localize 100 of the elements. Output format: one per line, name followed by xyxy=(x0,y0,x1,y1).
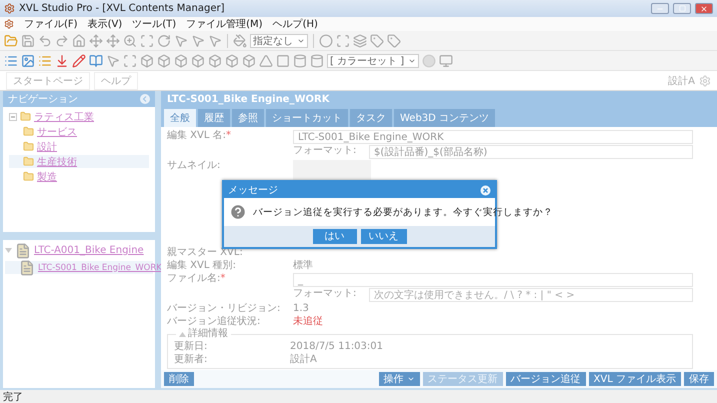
home-icon[interactable] xyxy=(72,34,86,48)
pointer-icon[interactable] xyxy=(208,34,222,48)
close-button[interactable] xyxy=(695,3,713,14)
cube-icon[interactable] xyxy=(174,54,188,68)
color-set-select[interactable]: [ カラーセット ] xyxy=(327,54,420,68)
file-link[interactable]: LTC-A001_Bike Engine xyxy=(34,245,144,256)
triangle-icon[interactable] xyxy=(259,54,273,68)
tag-icon[interactable] xyxy=(370,34,384,48)
details-legend[interactable]: 詳細情報 xyxy=(176,328,231,340)
cylinder-icon[interactable] xyxy=(293,54,307,68)
book-icon[interactable] xyxy=(89,54,103,68)
square-icon[interactable] xyxy=(276,54,290,68)
tab[interactable]: ショートカット xyxy=(266,109,348,127)
layers-icon[interactable] xyxy=(353,34,367,48)
close-icon[interactable] xyxy=(480,184,491,196)
tag-icon[interactable] xyxy=(387,34,401,48)
panel-title: ナビゲーション xyxy=(8,93,78,106)
folder-link[interactable]: 製造 xyxy=(37,170,57,184)
image-icon[interactable] xyxy=(21,54,35,68)
tab[interactable]: タスク xyxy=(350,109,392,127)
pointer-icon[interactable] xyxy=(191,34,205,48)
folder-link[interactable]: 生産技術 xyxy=(37,154,77,168)
download-icon[interactable] xyxy=(55,54,69,68)
tree-item[interactable]: 設計 xyxy=(9,140,149,153)
sphere-icon[interactable] xyxy=(319,34,333,48)
document-tab[interactable]: ヘルプ xyxy=(94,72,138,90)
status-value: 未追従 xyxy=(293,316,324,328)
dialog-button[interactable]: いいえ xyxy=(360,229,406,244)
cube-icon[interactable] xyxy=(208,54,222,68)
expand-arrow-icon[interactable] xyxy=(5,247,12,254)
field-label: 編集 XVL 種別: xyxy=(167,260,237,272)
pointer-icon[interactable] xyxy=(174,34,188,48)
dialog-button[interactable]: はい xyxy=(312,229,356,244)
redo-icon[interactable] xyxy=(55,34,69,48)
tree-item[interactable]: サービス xyxy=(9,125,149,138)
cube-icon[interactable] xyxy=(140,54,154,68)
field-value: 2018/7/5 11:03:01 xyxy=(290,341,384,353)
cube-icon[interactable] xyxy=(157,54,171,68)
tab[interactable]: 全般 xyxy=(164,109,196,127)
cylinder-icon[interactable] xyxy=(310,54,324,68)
action-button[interactable]: 保存 xyxy=(684,372,714,386)
move-icon[interactable] xyxy=(89,34,103,48)
format-field[interactable]: $(設計品番)_$(部品名称) xyxy=(369,145,693,159)
undo-icon[interactable] xyxy=(38,34,52,48)
action-button[interactable]: XVL ファイル表示 xyxy=(588,372,681,386)
scan-icon[interactable] xyxy=(336,34,350,48)
delete-button[interactable]: 削除 xyxy=(164,372,194,386)
detail-title: LTC-S001_Bike Engine_WORK xyxy=(167,94,330,104)
document-tab[interactable]: スタートページ xyxy=(6,72,90,90)
cube-icon[interactable] xyxy=(225,54,239,68)
format-field[interactable]: 次の文字は使用できません。/ \ ? * : | " < > xyxy=(369,288,693,302)
tree-item[interactable]: ラティス工業 xyxy=(9,110,149,123)
tab[interactable]: 参照 xyxy=(232,109,264,127)
field-label: 編集 XVL 名:* xyxy=(167,130,232,142)
menu-item[interactable]: ツール(T) xyxy=(132,17,176,31)
folder-link[interactable]: サービス xyxy=(37,124,77,138)
settings-icon[interactable] xyxy=(699,74,711,86)
tree-item[interactable]: 生産技術 xyxy=(9,155,149,168)
collapse-icon[interactable] xyxy=(140,94,150,104)
menu-item[interactable]: ファイル(F) xyxy=(24,17,78,31)
paint-bucket-icon[interactable] xyxy=(233,34,247,48)
folder-icon[interactable] xyxy=(4,34,18,48)
minimize-button[interactable] xyxy=(651,3,669,14)
pencil-icon[interactable] xyxy=(72,54,86,68)
view-select[interactable]: 指定なし xyxy=(250,34,308,48)
window-title: XVL Studio Pro - [XVL Contents Manager] xyxy=(19,3,226,14)
action-button[interactable]: 操作 xyxy=(378,372,420,386)
field-label: ファイル名:* xyxy=(167,273,226,285)
rotate-icon[interactable] xyxy=(157,34,171,48)
pointer-icon[interactable] xyxy=(106,54,120,68)
tab[interactable]: Web3D コンテンツ xyxy=(394,109,496,127)
name-field[interactable]: LTC-S001_Bike Engine_WORK xyxy=(293,130,693,144)
restore-button[interactable] xyxy=(673,3,691,14)
file-link[interactable]: LTC-S001_Bike Engine_WORK xyxy=(38,262,162,272)
file-name-field[interactable]: _ xyxy=(293,273,693,287)
collapse-icon[interactable] xyxy=(9,112,17,120)
folder-link[interactable]: 設計 xyxy=(37,140,57,154)
field-label: 更新者: xyxy=(174,354,208,366)
restore-icon xyxy=(678,5,686,12)
action-button[interactable]: バージョン追従 xyxy=(506,372,586,386)
list-icon[interactable] xyxy=(38,54,52,68)
folder-link[interactable]: ラティス工業 xyxy=(34,110,94,124)
cube-icon[interactable] xyxy=(191,54,205,68)
menu-item[interactable]: 表示(V) xyxy=(88,17,122,31)
cube-icon[interactable] xyxy=(242,54,256,68)
monitor-icon[interactable] xyxy=(439,54,454,68)
list-icon[interactable] xyxy=(4,54,18,68)
file-icon xyxy=(15,242,31,258)
tab[interactable]: 履歴 xyxy=(198,109,230,127)
caret-icon xyxy=(179,332,186,336)
zoom-in-icon[interactable] xyxy=(123,34,137,48)
move-icon[interactable] xyxy=(106,34,120,48)
save-icon[interactable] xyxy=(21,34,35,48)
menu-item[interactable]: ファイル管理(M) xyxy=(186,17,263,31)
sphere-icon[interactable] xyxy=(422,54,436,68)
menu-item[interactable]: ヘルプ(H) xyxy=(272,17,318,31)
scan-icon[interactable] xyxy=(123,54,137,68)
scan-icon[interactable] xyxy=(140,34,154,48)
tree-item[interactable]: 製造 xyxy=(9,170,149,183)
field-value: 標準 xyxy=(293,260,314,272)
